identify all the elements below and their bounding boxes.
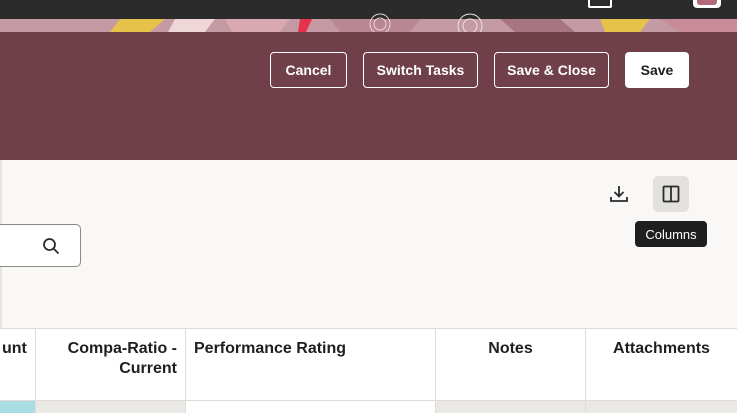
search-field[interactable] (0, 224, 81, 267)
table-cell[interactable] (186, 401, 436, 413)
table-cell[interactable] (36, 401, 186, 413)
avatar[interactable] (693, 0, 721, 8)
table-cell[interactable] (586, 401, 737, 413)
save-and-close-button[interactable]: Save & Close (494, 52, 609, 88)
table-cell[interactable] (436, 401, 586, 413)
table-row[interactable] (0, 400, 737, 413)
switch-tasks-button[interactable]: Switch Tasks (363, 52, 478, 88)
column-header-attachments[interactable]: Attachments (586, 329, 737, 401)
columns-button[interactable] (653, 176, 689, 212)
top-banner-strip (0, 0, 737, 32)
column-header-amount[interactable]: unt (0, 329, 36, 401)
columns-tooltip: Columns (635, 221, 707, 247)
column-header-notes[interactable]: Notes (436, 329, 586, 401)
table-cell[interactable] (0, 401, 36, 413)
table-header: unt Compa-Ratio - Current Performance Ra… (0, 328, 737, 401)
search-icon[interactable] (42, 237, 60, 255)
page-header: Cancel Switch Tasks Save & Close Save (0, 32, 737, 160)
column-header-compa-ratio[interactable]: Compa-Ratio - Current (36, 329, 186, 401)
download-icon (610, 186, 628, 202)
columns-icon (662, 185, 680, 203)
save-button[interactable]: Save (625, 52, 689, 88)
column-header-performance-rating[interactable]: Performance Rating (186, 329, 436, 401)
search-input[interactable] (5, 235, 39, 253)
notification-icon[interactable] (588, 0, 612, 8)
banner-pattern (110, 13, 737, 32)
download-button[interactable] (601, 176, 637, 212)
cancel-button[interactable]: Cancel (270, 52, 347, 88)
